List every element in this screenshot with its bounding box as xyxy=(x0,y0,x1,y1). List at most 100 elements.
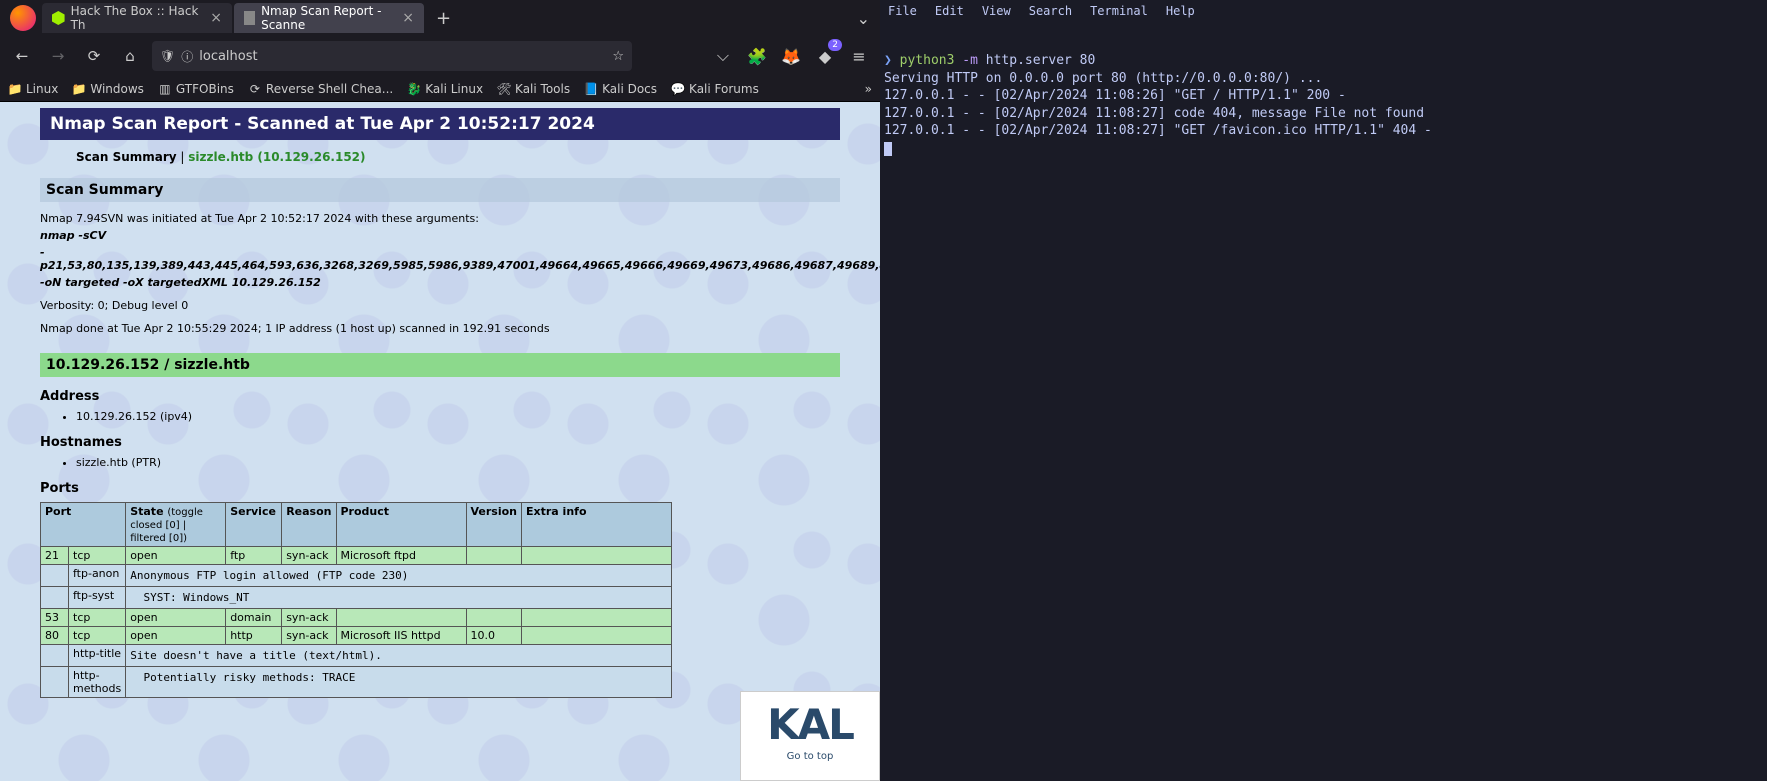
th-port: Port xyxy=(41,503,126,547)
terminal-line: 127.0.0.1 - - [02/Apr/2024 11:08:26] "GE… xyxy=(884,87,1763,105)
back-button[interactable]: ← xyxy=(8,42,36,70)
bookmark-item[interactable]: 🐉Kali Linux xyxy=(407,82,483,96)
container-icon[interactable]: ◆ xyxy=(812,43,838,69)
terminal-line: 127.0.0.1 - - [02/Apr/2024 11:08:27] "GE… xyxy=(884,122,1763,140)
kali-badge: KAL Go to top xyxy=(740,691,880,781)
firefox-logo-icon xyxy=(10,5,36,31)
bookmark-label: Kali Forums xyxy=(689,82,759,96)
bookmark-item[interactable]: 💬 Kali Forums xyxy=(671,82,759,96)
report-title: Nmap Scan Report - Scanned at Tue Apr 2 … xyxy=(40,108,840,140)
bookmark-item[interactable]: 📘 Kali Docs xyxy=(584,82,657,96)
port-row: 21tcpopenftpsyn-ackMicrosoft ftpd xyxy=(41,547,672,565)
nav-toolbar: ← → ⟳ ⌂ 🛡 ⓘ localhost ☆ ⌵ 🧩 🦊 ◆ ≡ xyxy=(0,36,880,76)
section-scan-summary: Scan Summary xyxy=(40,178,840,202)
done-text: Nmap done at Tue Apr 2 10:55:29 2024; 1 … xyxy=(40,322,840,335)
th-state[interactable]: State (toggle closed [0] | filtered [0]) xyxy=(126,503,226,547)
hostname-value: sizzle.htb (PTR) xyxy=(76,456,840,469)
pocket-icon[interactable]: ⌵ xyxy=(710,43,736,69)
foxyproxy-icon[interactable]: 🦊 xyxy=(778,43,804,69)
bookmark-label: Kali Linux xyxy=(425,82,483,96)
bookmark-label: Linux xyxy=(26,82,58,96)
cursor-icon xyxy=(884,142,892,156)
extensions-icon[interactable]: 🧩 xyxy=(744,43,770,69)
script-row: ftp-syst SYST: Windows_NT xyxy=(41,587,672,609)
th-product: Product xyxy=(336,503,466,547)
home-button[interactable]: ⌂ xyxy=(116,42,144,70)
cube-icon xyxy=(52,11,65,25)
close-icon[interactable]: × xyxy=(210,10,222,26)
bookmark-icon: 📁 xyxy=(72,82,86,96)
bookmark-label: Windows xyxy=(90,82,144,96)
reload-button[interactable]: ⟳ xyxy=(80,42,108,70)
verbosity-text: Verbosity: 0; Debug level 0 xyxy=(40,299,840,312)
forward-button[interactable]: → xyxy=(44,42,72,70)
bookmark-star-icon[interactable]: ☆ xyxy=(612,49,624,64)
tab-label: Nmap Scan Report - Scanne xyxy=(261,4,394,32)
port-row: 53tcpopendomainsyn-ack xyxy=(41,609,672,627)
bookmark-item[interactable]: ⟳ Reverse Shell Chea... xyxy=(248,82,393,96)
script-row: http-titleSite doesn't have a title (tex… xyxy=(41,645,672,667)
terminal-line: ❯ python3 -m http.server 80 xyxy=(884,52,1763,70)
ports-table: Port State (toggle closed [0] | filtered… xyxy=(40,502,672,698)
menu-view[interactable]: View xyxy=(982,4,1011,18)
menu-help[interactable]: Help xyxy=(1166,4,1195,18)
script-row: http-methods Potentially risky methods: … xyxy=(41,667,672,698)
cmd-line-2: -p21,53,80,135,139,389,443,445,464,593,6… xyxy=(40,246,880,272)
th-reason: Reason xyxy=(282,503,336,547)
port-row: 80tcpopenhttpsyn-ackMicrosoft IIS httpd1… xyxy=(41,627,672,645)
close-icon[interactable]: × xyxy=(402,10,414,26)
address-heading: Address xyxy=(40,389,840,404)
th-service: Service xyxy=(226,503,282,547)
tab-label: Hack The Box :: Hack Th xyxy=(71,4,203,32)
cmd-line-3: -oN targeted -oX targetedXML 10.129.26.1… xyxy=(40,276,321,289)
kali-logo-text: KAL xyxy=(767,700,853,749)
bookmark-label: Kali Docs xyxy=(602,82,657,96)
bookmarks-bar: 📁Linux 📁 Windows ▥ GTFOBins ⟳ Reverse Shell Ch… xyxy=(0,76,880,102)
menu-search[interactable]: Search xyxy=(1029,4,1072,18)
tab-overflow-icon[interactable]: ⌄ xyxy=(847,9,880,28)
th-extra: Extra info xyxy=(522,503,672,547)
terminal-menubar: File Edit View Search Terminal Help xyxy=(880,0,1767,22)
tab-htb[interactable]: Hack The Box :: Hack Th × xyxy=(42,3,232,33)
ports-heading: Ports xyxy=(40,481,840,496)
info-icon: ⓘ xyxy=(181,48,193,65)
terminal-body[interactable]: ❯ python3 -m http.server 80 Serving HTTP… xyxy=(880,22,1767,161)
tab-bar: Hack The Box :: Hack Th × Nmap Scan Repo… xyxy=(0,0,880,36)
new-tab-button[interactable]: + xyxy=(426,8,461,29)
breadcrumb: Scan Summary | sizzle.htb (10.129.26.152… xyxy=(76,150,840,164)
prompt-icon: ❯ xyxy=(884,53,892,68)
go-to-top-link[interactable]: Go to top xyxy=(787,751,834,762)
bookmark-label: Reverse Shell Chea... xyxy=(266,82,393,96)
page-content[interactable]: Nmap Scan Report - Scanned at Tue Apr 2 … xyxy=(0,102,880,781)
menu-edit[interactable]: Edit xyxy=(935,4,964,18)
bookmark-item[interactable]: 🛠Kali Tools xyxy=(497,82,570,96)
browser-window: Hack The Box :: Hack Th × Nmap Scan Repo… xyxy=(0,0,880,781)
bookmark-icon: 🛠 xyxy=(497,82,511,96)
menu-terminal[interactable]: Terminal xyxy=(1090,4,1148,18)
host-link[interactable]: sizzle.htb (10.129.26.152) xyxy=(188,150,365,164)
terminal-line: 127.0.0.1 - - [02/Apr/2024 11:08:27] cod… xyxy=(884,105,1763,123)
bookmark-item[interactable]: 📁 Windows xyxy=(72,82,144,96)
url-bar[interactable]: 🛡 ⓘ localhost ☆ xyxy=(152,41,632,71)
tab-nmap[interactable]: Nmap Scan Report - Scanne × xyxy=(234,3,424,33)
menu-button[interactable]: ≡ xyxy=(846,43,872,69)
menu-file[interactable]: File xyxy=(888,4,917,18)
th-version: Version xyxy=(466,503,522,547)
page-icon xyxy=(244,11,255,25)
terminal-line: Serving HTTP on 0.0.0.0 port 80 (http://… xyxy=(884,70,1763,88)
section-host: 10.129.26.152 / sizzle.htb xyxy=(40,353,840,377)
summary-link[interactable]: Scan Summary xyxy=(76,150,177,164)
bookmark-icon: ⟳ xyxy=(248,82,262,96)
intro-text: Nmap 7.94SVN was initiated at Tue Apr 2 … xyxy=(40,212,840,225)
bookmark-icon: ▥ xyxy=(158,82,172,96)
address-value: 10.129.26.152 (ipv4) xyxy=(76,410,840,423)
bookmarks-overflow-icon[interactable]: » xyxy=(865,82,872,96)
bookmark-item[interactable]: ▥ GTFOBins xyxy=(158,82,234,96)
bookmark-label: GTFOBins xyxy=(176,82,234,96)
url-text: localhost xyxy=(199,49,612,64)
bookmark-icon: 📘 xyxy=(584,82,598,96)
bookmark-item[interactable]: 📁Linux xyxy=(8,82,58,96)
bookmark-icon: 💬 xyxy=(671,82,685,96)
terminal-cursor-line xyxy=(884,140,1763,158)
terminal-window: File Edit View Search Terminal Help ❯ py… xyxy=(880,0,1767,781)
